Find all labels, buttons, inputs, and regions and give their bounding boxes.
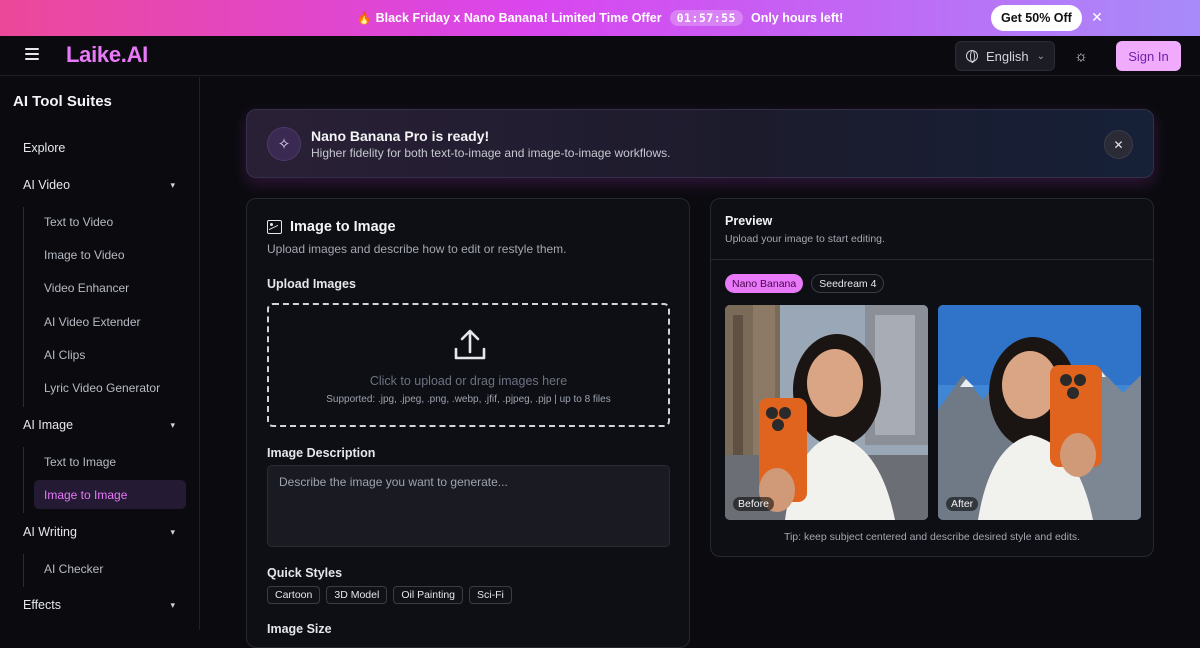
- logo[interactable]: Laike.AI: [66, 42, 148, 68]
- top-nav: Laike.AI English ⌄ ☼ Sign In: [0, 36, 1200, 76]
- sidebar-item-lyric-video-generator[interactable]: Lyric Video Generator: [34, 373, 186, 402]
- image-to-image-panel: Image to Image Upload images and describ…: [246, 198, 690, 648]
- sidebar-item-label: Explore: [23, 141, 66, 155]
- sidebar-item-video-enhancer[interactable]: Video Enhancer: [34, 273, 186, 302]
- sidebar-section-effects[interactable]: Effects ▾: [23, 598, 175, 612]
- ai-video-group: Text to Video Image to Video Video Enhan…: [23, 207, 185, 407]
- image-icon: [267, 220, 282, 234]
- sidebar-item-image-to-image[interactable]: Image to Image: [34, 480, 186, 509]
- sidebar-item-text-to-video[interactable]: Text to Video: [34, 207, 186, 236]
- description-input[interactable]: Describe the image you want to generate.…: [267, 465, 670, 547]
- sidebar-item-ai-clips[interactable]: AI Clips: [34, 340, 186, 369]
- image-size-label: Image Size: [267, 622, 332, 636]
- sidebar: AI Tool Suites Explore AI Video ▾ Text t…: [0, 77, 200, 630]
- before-label: Before: [733, 497, 774, 511]
- style-chip-cartoon[interactable]: Cartoon: [267, 586, 321, 604]
- promo-timer: 01:57:55: [669, 10, 743, 26]
- upload-dropzone[interactable]: Click to upload or drag images here Supp…: [267, 303, 670, 427]
- style-chip-oil-painting[interactable]: Oil Painting: [393, 586, 464, 604]
- sidebar-section-ai-video[interactable]: AI Video ▾: [23, 178, 175, 192]
- sidebar-section-label: AI Image: [23, 418, 74, 432]
- promo-banner: 🔥 Black Friday x Nano Banana! Limited Ti…: [0, 0, 1200, 36]
- after-image: After: [938, 305, 1141, 520]
- preview-panel: Preview Upload your image to start editi…: [710, 198, 1154, 557]
- chevron-down-icon: ▾: [170, 599, 175, 610]
- upload-hint: Click to upload or drag images here: [369, 374, 568, 388]
- upload-formats: Supported: .jpg, .jpeg, .png, .webp, .jf…: [326, 394, 611, 405]
- sparkles-icon: ✧: [267, 127, 301, 161]
- after-label: After: [946, 497, 979, 511]
- close-icon[interactable]: ✕: [1089, 9, 1105, 25]
- style-chip-sci-fi[interactable]: Sci-Fi: [469, 586, 512, 604]
- chevron-down-icon: ▾: [170, 179, 175, 190]
- style-chip-3d-model[interactable]: 3D Model: [326, 586, 388, 604]
- fire-icon: 🔥: [356, 11, 372, 25]
- chevron-down-icon: ▾: [170, 526, 175, 537]
- sidebar-section-ai-writing[interactable]: AI Writing ▾: [23, 525, 175, 539]
- announcement-banner: ✧ Nano Banana Pro is ready! Higher fidel…: [246, 109, 1154, 178]
- description-label: Image Description: [267, 446, 376, 460]
- ai-writing-group: AI Checker: [23, 554, 185, 587]
- chevron-down-icon: ⌄: [1036, 50, 1046, 62]
- language-label: English: [986, 48, 1029, 64]
- sidebar-item-ai-checker[interactable]: AI Checker: [34, 554, 186, 583]
- preview-tip: Tip: keep subject centered and describe …: [783, 531, 1081, 543]
- sidebar-item-text-to-image[interactable]: Text to Image: [34, 447, 186, 476]
- close-icon[interactable]: ✕: [1104, 130, 1133, 159]
- announcement-title: Nano Banana Pro is ready!: [311, 128, 490, 144]
- tab-nano-banana[interactable]: Nano Banana: [725, 274, 804, 293]
- panel-title-text: Image to Image: [290, 219, 396, 235]
- panel-subtitle: Upload images and describe how to edit o…: [267, 242, 567, 256]
- announcement-subtitle: Higher fidelity for both text-to-image a…: [311, 146, 671, 160]
- get-discount-button[interactable]: Get 50% Off: [991, 5, 1082, 31]
- sidebar-item-explore[interactable]: Explore: [23, 141, 175, 155]
- sidebar-section-label: AI Video: [23, 178, 71, 192]
- preview-subtitle: Upload your image to start editing.: [725, 233, 885, 245]
- chevron-down-icon: ▾: [170, 419, 175, 430]
- sidebar-item-image-to-video[interactable]: Image to Video: [34, 240, 186, 269]
- globe-icon: [966, 50, 978, 63]
- quick-styles-label: Quick Styles: [267, 566, 343, 580]
- theme-toggle-icon[interactable]: ☼: [1073, 48, 1089, 65]
- sidebar-section-label: AI Writing: [23, 525, 77, 539]
- upload-label: Upload Images: [267, 277, 356, 291]
- sidebar-section-ai-image[interactable]: AI Image ▾: [23, 418, 175, 432]
- tab-seedream-4[interactable]: Seedream 4: [811, 274, 885, 293]
- panel-title: Image to Image: [267, 219, 396, 235]
- ai-image-group: Text to Image Image to Image: [23, 447, 186, 513]
- language-select[interactable]: English ⌄: [955, 41, 1055, 71]
- sidebar-section-label: Effects: [23, 598, 61, 612]
- promo-text: Black Friday x Nano Banana! Limited Time…: [375, 11, 662, 25]
- quick-styles: Cartoon 3D Model Oil Painting Sci-Fi: [267, 586, 512, 604]
- preview-title: Preview: [725, 214, 773, 228]
- upload-icon: [454, 329, 486, 360]
- before-image: Before: [725, 305, 928, 520]
- promo-suffix: Only hours left!: [750, 11, 844, 25]
- sidebar-item-ai-video-extender[interactable]: AI Video Extender: [34, 307, 186, 336]
- divider: [711, 259, 1153, 260]
- sidebar-title: AI Tool Suites: [13, 93, 112, 110]
- sign-in-button[interactable]: Sign In: [1116, 41, 1181, 71]
- menu-icon[interactable]: [25, 48, 39, 60]
- model-tabs: Nano Banana Seedream 4: [725, 274, 885, 293]
